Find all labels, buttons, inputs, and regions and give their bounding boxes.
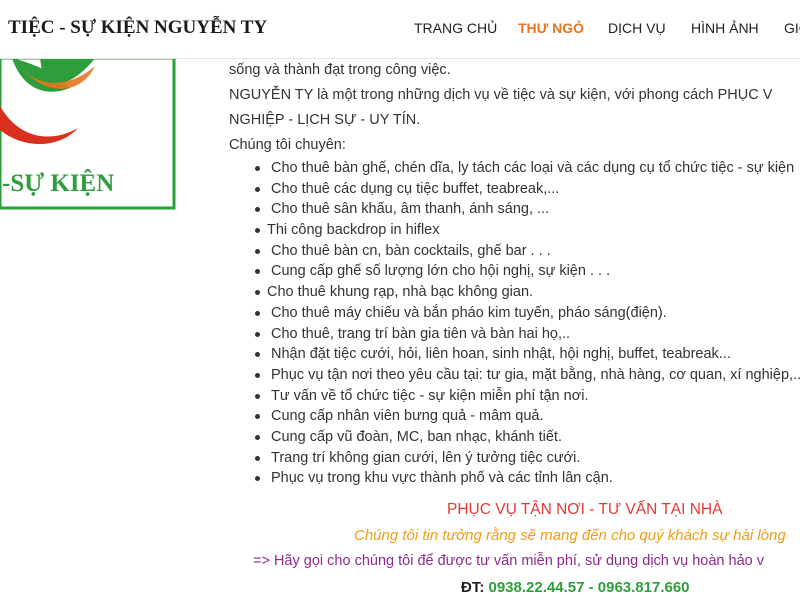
intro-line-2: NGUYỄN TY là một trong những dịch vụ về … xyxy=(229,87,773,103)
service-item: Cho thuê, trang trí bàn gia tiên và bàn … xyxy=(229,324,800,345)
intro-line-4: Chúng tôi chuyên: xyxy=(229,137,346,153)
nav-item-home[interactable]: TRANG CHỦ xyxy=(414,20,497,36)
nav-item-gallery[interactable]: HÌNH ẢNH xyxy=(691,20,759,36)
nav-item-intro[interactable]: GIỚ xyxy=(784,20,800,36)
site-logo[interactable]: -SỰ KIỆN xyxy=(0,58,176,210)
intro-line-3: NGHIỆP - LỊCH SỰ - UY TÍN. xyxy=(229,112,421,128)
service-item: Nhận đặt tiệc cưới, hỏi, liên hoan, sinh… xyxy=(229,344,800,365)
service-item: Thi công backdrop in hiflex xyxy=(229,220,800,241)
nav-item-letter[interactable]: THƯ NGỎ xyxy=(518,20,584,36)
logo-text: -SỰ KIỆN xyxy=(2,169,114,197)
phone-row: ĐT: 0938.22.44.57 - 0963.817.660 xyxy=(461,579,690,596)
service-item: Trang trí không gian cưới, lên ý tưởng t… xyxy=(229,448,800,469)
phone-label: ĐT: xyxy=(461,579,485,596)
service-item: Cung cấp nhân viên bưng quả - mâm quả. xyxy=(229,406,800,427)
service-item: Cho thuê máy chiếu và bắn pháo kim tuyến… xyxy=(229,303,800,324)
phone-numbers[interactable]: 0938.22.44.57 - 0963.817.660 xyxy=(489,579,690,596)
service-item: Tư vấn về tổ chức tiệc - sự kiện miễn ph… xyxy=(229,386,800,407)
service-item: Phục vụ tận nơi theo yêu cầu tại: tư gia… xyxy=(229,365,800,386)
services-list: Cho thuê bàn ghế, chén dĩa, ly tách các … xyxy=(229,158,800,489)
main-content: sống và thành đạt trong công việc. NGUYỄ… xyxy=(229,58,800,489)
service-item: Cho thuê sân khấu, âm thanh, ánh sáng, .… xyxy=(229,199,800,220)
service-item: Phục vụ trong khu vực thành phố và các t… xyxy=(229,468,800,489)
site-header: TIỆC - SỰ KIỆN NGUYỄN TY TRANG CHỦ THƯ N… xyxy=(0,0,800,59)
service-item: Cung cấp vũ đoàn, MC, ban nhạc, khánh ti… xyxy=(229,427,800,448)
cta-commitment: Chúng tôi tin tưởng rằng sẽ mang đến cho… xyxy=(354,527,786,544)
service-item: Cho thuê khung rạp, nhà bạc không gian. xyxy=(229,282,800,303)
logo-graphic: -SỰ KIỆN xyxy=(0,58,176,210)
service-item: Cho thuê bàn cn, bàn cocktails, ghế bar … xyxy=(229,241,800,262)
cta-headline: PHỤC VỤ TẬN NƠI - TƯ VẤN TẠI NHÀ xyxy=(447,501,723,518)
service-item: Cung cấp ghế số lượng lớn cho hội nghị, … xyxy=(229,261,800,282)
nav-item-services[interactable]: DỊCH VỤ xyxy=(608,20,666,36)
service-item: Cho thuê bàn ghế, chén dĩa, ly tách các … xyxy=(229,158,800,179)
service-item: Cho thuê các dụng cụ tiệc buffet, teabre… xyxy=(229,179,800,200)
cta-call: => Hãy gọi cho chúng tôi để được tư vấn … xyxy=(253,553,764,569)
site-brand[interactable]: TIỆC - SỰ KIỆN NGUYỄN TY xyxy=(8,17,267,39)
intro-line-1: sống và thành đạt trong công việc. xyxy=(229,62,451,78)
